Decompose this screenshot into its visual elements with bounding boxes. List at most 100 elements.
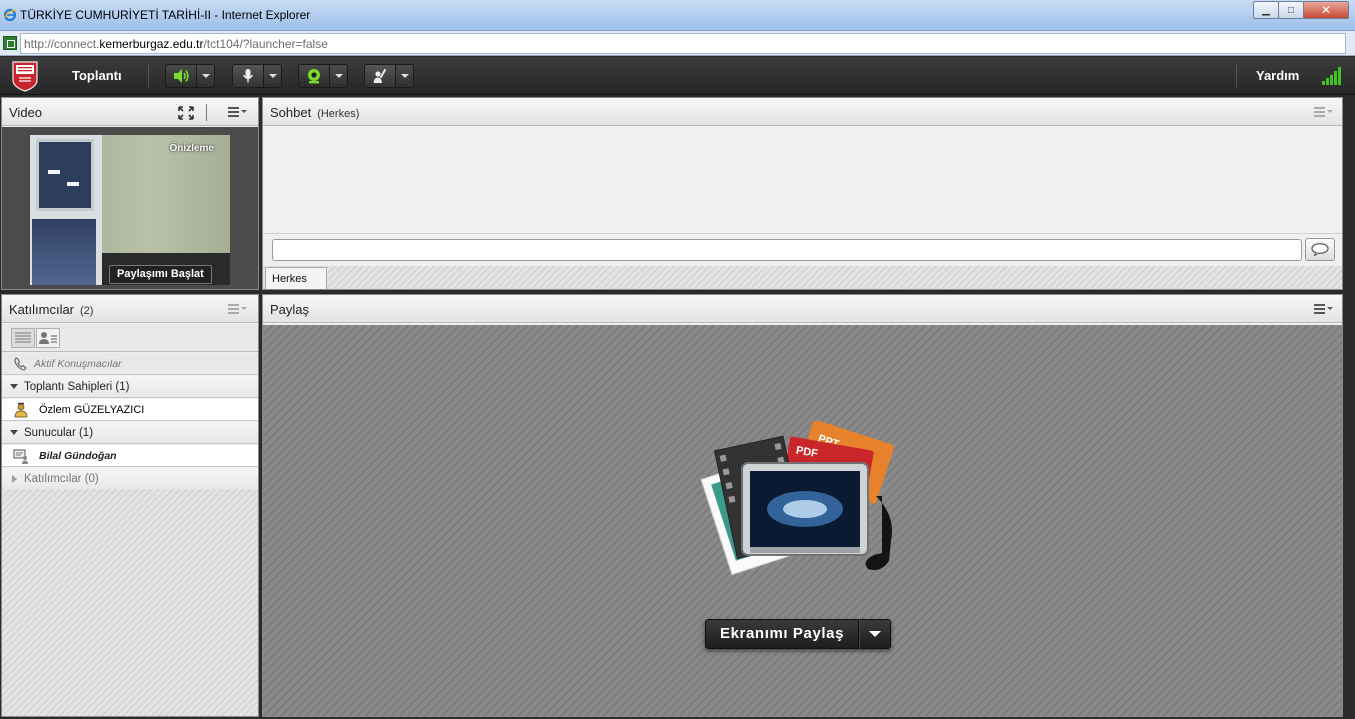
attendees-pod-menu-icon[interactable] (228, 304, 247, 314)
speaker-button[interactable] (165, 64, 197, 88)
speech-bubble-icon (1311, 243, 1329, 256)
camera-scene-window (36, 139, 94, 211)
video-pod-title: Video (9, 105, 43, 120)
status-control (364, 64, 414, 88)
section-participants-label: Katılımcılar (0) (24, 473, 99, 485)
share-screen-control: Ekranımı Paylaş (705, 619, 892, 649)
section-presenters-label: Sunucular (1) (24, 427, 94, 439)
host-user-name: Özlem GÜZELYAZICI (39, 404, 145, 416)
window-controls: ▁ □ ✕ (1253, 1, 1349, 19)
connection-strength-icon (1322, 67, 1341, 85)
address-bar: http://connect.kemerburgaz.edu.tr/tct104… (0, 31, 1355, 56)
chat-pod-menu-icon[interactable] (1314, 107, 1333, 117)
share-pod-header: Paylaş (263, 295, 1342, 323)
site-favicon-icon (3, 36, 17, 50)
chat-title: Sohbet (270, 105, 312, 120)
speaker-dropdown[interactable] (197, 64, 215, 88)
url-field[interactable]: http://connect.kemerburgaz.edu.tr/tct104… (20, 33, 1346, 54)
host-icon (14, 402, 28, 418)
close-button[interactable]: ✕ (1303, 1, 1349, 19)
university-logo-icon[interactable] (11, 60, 39, 92)
video-pod: Video Önizleme Paylaşımı Başlat (1, 97, 259, 290)
share-stage: PPT PDF Ekranımı Paylaş (263, 325, 1342, 716)
raise-hand-icon (373, 69, 386, 83)
microphone-dropdown[interactable] (264, 64, 282, 88)
chat-input[interactable] (272, 239, 1302, 261)
collapse-arrow-icon (10, 430, 18, 435)
start-sharing-button[interactable]: Paylaşımı Başlat (109, 265, 212, 284)
microphone-button[interactable] (232, 64, 264, 88)
chat-scope: (Herkes) (317, 108, 360, 120)
camera-scene-light (67, 182, 79, 186)
microphone-icon (242, 69, 254, 83)
share-options-dropdown[interactable] (859, 619, 892, 649)
microphone-control (232, 64, 282, 88)
share-screen-button[interactable]: Ekranımı Paylaş (705, 619, 860, 649)
attendees-title: Katılımcılar (9, 302, 75, 317)
preview-label: Önizleme (169, 143, 214, 154)
video-body: Önizleme Paylaşımı Başlat (2, 127, 258, 289)
url-prefix: http://connect. (24, 37, 100, 51)
expand-arrow-icon (12, 475, 17, 483)
chat-messages (263, 127, 1342, 234)
share-pod-menu-icon[interactable] (1314, 304, 1333, 314)
share-pod: Paylaş PPT PDF Ekranımı Paylaş (262, 294, 1343, 717)
fullscreen-icon[interactable] (178, 106, 194, 120)
chat-pod-header: Sohbet (Herkes) (263, 98, 1342, 126)
detail-view-button[interactable] (36, 328, 60, 348)
active-speakers-label: Aktif Konuşmacılar (34, 358, 122, 370)
section-presenters[interactable]: Sunucular (1) (2, 422, 258, 444)
share-media-icon: PPT PDF (700, 421, 895, 576)
attendees-pod-header: Katılımcılar (2) (2, 295, 258, 323)
send-message-button[interactable] (1305, 238, 1335, 261)
list-view-button[interactable] (11, 328, 35, 348)
header-divider (206, 104, 207, 121)
collapse-arrow-icon (10, 384, 18, 389)
camera-scene (30, 135, 102, 285)
minimize-button[interactable]: ▁ (1253, 1, 1279, 19)
section-hosts-label: Toplantı Sahipleri (1) (24, 381, 130, 393)
presenter-user-name: Bilal Gündoğan (39, 450, 117, 462)
url-domain: kemerburgaz.edu.tr (99, 37, 204, 51)
meeting-menu[interactable]: Toplantı (72, 68, 122, 83)
attendees-pod: Katılımcılar (2) Aktif Konuşmacılar Topla… (1, 294, 259, 717)
attendees-count: (2) (80, 305, 94, 317)
phone-icon (14, 357, 27, 371)
share-pod-title: Paylaş (270, 302, 310, 317)
meeting-toolbar: Toplantı Yardım (0, 57, 1355, 95)
section-participants[interactable]: Katılımcılar (0) (2, 468, 258, 490)
camera-scene-lower (32, 219, 96, 285)
webcam-dropdown[interactable] (330, 64, 348, 88)
window-title: TÜRKİYE CUMHURİYETİ TARİHİ-II - Internet… (20, 8, 311, 22)
tab-herkes[interactable]: Herkes (265, 267, 327, 289)
section-hosts[interactable]: Toplantı Sahipleri (1) (2, 376, 258, 398)
active-speakers-row: Aktif Konuşmacılar (2, 353, 258, 375)
presenter-icon (13, 449, 28, 464)
host-user-row[interactable]: Özlem GÜZELYAZICI (2, 399, 258, 421)
webcam-icon (308, 69, 320, 84)
internet-explorer-icon (3, 8, 17, 22)
toolbar-divider (1236, 65, 1237, 87)
window-title-bar: TÜRKİYE CUMHURİYETİ TARİHİ-II - Internet… (0, 0, 1355, 31)
status-dropdown[interactable] (396, 64, 414, 88)
video-pod-menu-icon[interactable] (228, 107, 247, 117)
attendee-list-empty-area (2, 489, 258, 716)
list-view-icon (15, 332, 31, 343)
chat-pod-title: Sohbet (Herkes) (270, 105, 359, 120)
chat-pod: Sohbet (Herkes) Herkes (262, 97, 1343, 290)
toolbar-divider (148, 65, 149, 87)
webcam-button[interactable] (298, 64, 330, 88)
url-text: http://connect.kemerburgaz.edu.tr/tct104… (24, 37, 328, 51)
webcam-control (298, 64, 348, 88)
video-pod-header: Video (2, 98, 258, 126)
presenter-user-row[interactable]: Bilal Gündoğan (2, 445, 258, 467)
speaker-control (165, 64, 215, 88)
attendees-pod-title: Katılımcılar (2) (9, 302, 93, 317)
maximize-button[interactable]: □ (1278, 1, 1304, 19)
user-detail-icon (39, 332, 57, 344)
chat-tabs: Herkes (263, 266, 1342, 289)
webcam-preview: Önizleme Paylaşımı Başlat (30, 135, 230, 285)
raise-hand-button[interactable] (364, 64, 396, 88)
help-menu[interactable]: Yardım (1256, 68, 1299, 83)
camera-scene-light (48, 170, 60, 174)
